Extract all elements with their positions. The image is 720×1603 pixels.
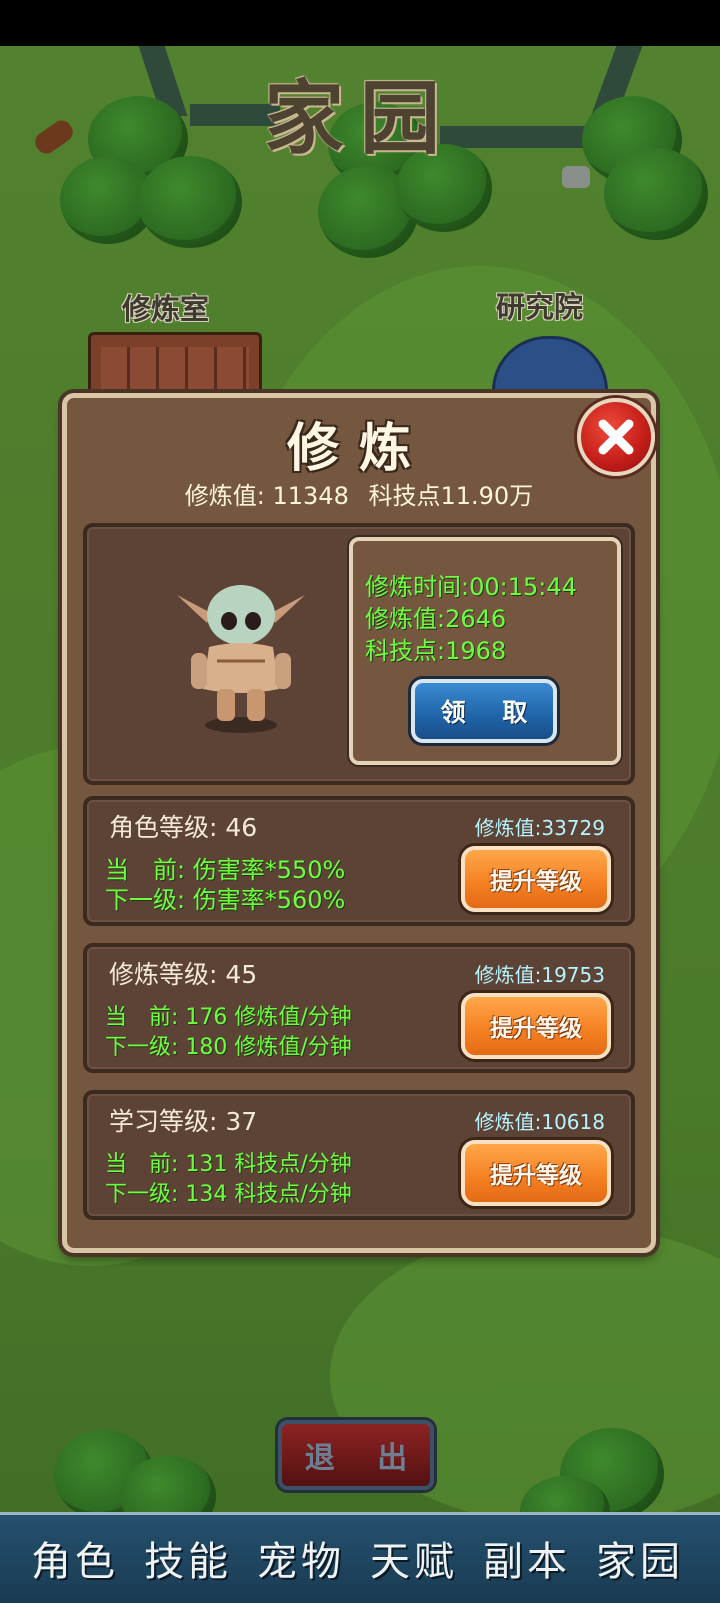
training-status-box: 修炼时间:00:15:44 修炼值:2646 科技点:1968 领 取 bbox=[349, 537, 621, 765]
training-dialog: 修炼 修炼值: 11348 科技点11.90万 修炼时间:00:15:44 修炼… bbox=[62, 393, 656, 1253]
tab-pets[interactable]: 宠物 bbox=[246, 1529, 356, 1587]
close-icon bbox=[598, 419, 634, 455]
tech-points-total: 科技点11.90万 bbox=[368, 482, 534, 510]
level-title: 学习等级: 37 bbox=[109, 1107, 258, 1136]
dialog-stats: 修炼值: 11348 科技点11.90万 bbox=[67, 476, 651, 511]
bottom-tab-bar: 角色 技能 宠物 天赋 副本 家园 bbox=[0, 1512, 720, 1603]
level-next: 下一级: 180 修炼值/分钟 bbox=[105, 1035, 352, 1060]
bush bbox=[138, 156, 242, 248]
close-button[interactable] bbox=[577, 398, 655, 476]
status-bar bbox=[0, 0, 720, 46]
claim-button[interactable]: 领 取 bbox=[411, 679, 557, 743]
earned-cultivation: 修炼值:2646 bbox=[365, 605, 507, 633]
cultivation-value-total: 修炼值: 11348 bbox=[184, 482, 349, 510]
level-title: 修炼等级: 45 bbox=[109, 960, 258, 989]
level-panel-study: 学习等级: 37 修炼值:10618 当 前: 131 科技点/分钟 下一级: … bbox=[83, 1090, 635, 1220]
level-current: 当 前: 131 科技点/分钟 bbox=[105, 1152, 352, 1177]
tab-talent[interactable]: 天赋 bbox=[359, 1529, 469, 1587]
level-next: 下一级: 伤害率*560% bbox=[105, 886, 346, 914]
level-cost: 修炼值:33729 bbox=[474, 816, 605, 840]
tab-skills[interactable]: 技能 bbox=[133, 1529, 243, 1587]
level-next: 下一级: 134 科技点/分钟 bbox=[105, 1182, 352, 1207]
building-label-training-room[interactable]: 修炼室 bbox=[122, 286, 209, 328]
training-time: 修炼时间:00:15:44 bbox=[365, 573, 577, 601]
tab-dungeon[interactable]: 副本 bbox=[472, 1529, 582, 1587]
rock bbox=[562, 166, 590, 188]
dialog-title: 修炼 bbox=[286, 418, 431, 479]
level-panel-character: 角色等级: 46 修炼值:33729 当 前: 伤害率*550% 下一级: 伤害… bbox=[83, 796, 635, 926]
character-avatar bbox=[177, 585, 305, 733]
upgrade-button-study[interactable]: 提升等级 bbox=[461, 1140, 611, 1206]
earned-tech-points: 科技点:1968 bbox=[365, 637, 507, 665]
log bbox=[31, 116, 77, 158]
exit-button[interactable]: 退 出 bbox=[278, 1420, 434, 1490]
upgrade-button-training[interactable]: 提升等级 bbox=[461, 993, 611, 1059]
level-cost: 修炼值:19753 bbox=[474, 963, 605, 987]
upgrade-button-character[interactable]: 提升等级 bbox=[461, 846, 611, 912]
bush bbox=[604, 148, 708, 240]
character-panel: 修炼时间:00:15:44 修炼值:2646 科技点:1968 领 取 bbox=[83, 523, 635, 785]
level-cost: 修炼值:10618 bbox=[474, 1110, 605, 1134]
tab-character[interactable]: 角色 bbox=[20, 1529, 130, 1587]
building-label-research-institute[interactable]: 研究院 bbox=[496, 284, 583, 326]
scene-title: 家园 bbox=[264, 71, 456, 165]
tab-home[interactable]: 家园 bbox=[585, 1529, 695, 1587]
level-title: 角色等级: 46 bbox=[109, 813, 258, 842]
level-panel-training: 修炼等级: 45 修炼值:19753 当 前: 176 修炼值/分钟 下一级: … bbox=[83, 943, 635, 1073]
level-current: 当 前: 176 修炼值/分钟 bbox=[105, 1005, 352, 1030]
